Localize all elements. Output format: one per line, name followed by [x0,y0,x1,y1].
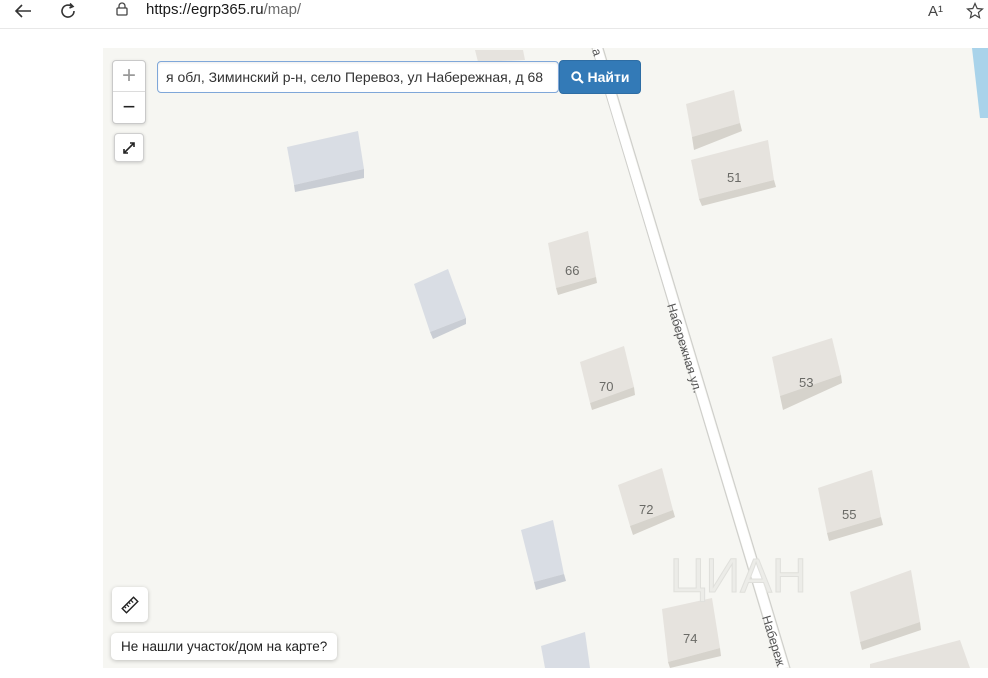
building-gray-4 [541,632,590,668]
building-right-lower [850,570,921,650]
url-path: /map/ [263,1,302,18]
back-icon[interactable] [10,0,36,22]
browser-toolbar: https://egrp365.ru/map/ A¹ [0,0,988,26]
building-55 [818,470,883,541]
zoom-in-button[interactable]: + [113,61,145,92]
house-number-66: 66 [565,263,579,278]
not-found-button[interactable]: Не нашли участок/дом на карте? [111,633,338,660]
search-button[interactable]: Найти [559,60,641,94]
house-number-70: 70 [599,379,613,394]
read-aloud-icon[interactable]: A¹ [928,0,943,22]
ruler-icon [121,595,139,614]
zoom-out-button[interactable]: − [113,92,145,122]
favorite-star-icon[interactable] [966,0,984,22]
building-70 [580,346,635,410]
street-label: Набережная ул. [664,302,705,395]
url-host: https://egrp365.ru [146,1,264,18]
content-separator [0,28,988,29]
building-53 [772,338,842,410]
street-label-partial: Набереж [759,614,788,668]
building-gray-3 [521,520,566,590]
building-gray-1 [287,131,364,192]
lock-icon [116,2,128,16]
ruler-button[interactable] [112,587,148,622]
map-layer: ЦИАН 51 66 70 53 72 55 74 Набережная ул.… [287,48,988,668]
fullscreen-button[interactable] [114,133,144,162]
house-number-74: 74 [683,631,697,646]
search-button-label: Найти [587,69,630,85]
zoom-control: + − [112,60,146,124]
water-area [972,48,988,118]
expand-icon [123,141,135,154]
building-small-top [686,90,742,150]
search-icon [570,70,584,84]
building-bottom-right [870,640,970,668]
map-canvas[interactable]: ЦИАН 51 66 70 53 72 55 74 Набережная ул.… [103,48,988,668]
map-watermark: ЦИАН [670,550,807,603]
house-number-51: 51 [727,170,741,185]
house-number-55: 55 [842,507,856,522]
url-text[interactable]: https://egrp365.ru/map/ [146,1,301,18]
house-number-72: 72 [639,502,653,517]
address-search-input[interactable] [157,61,559,93]
building-gray-2 [414,269,466,339]
refresh-icon[interactable] [55,0,81,22]
house-number-53: 53 [799,375,813,390]
